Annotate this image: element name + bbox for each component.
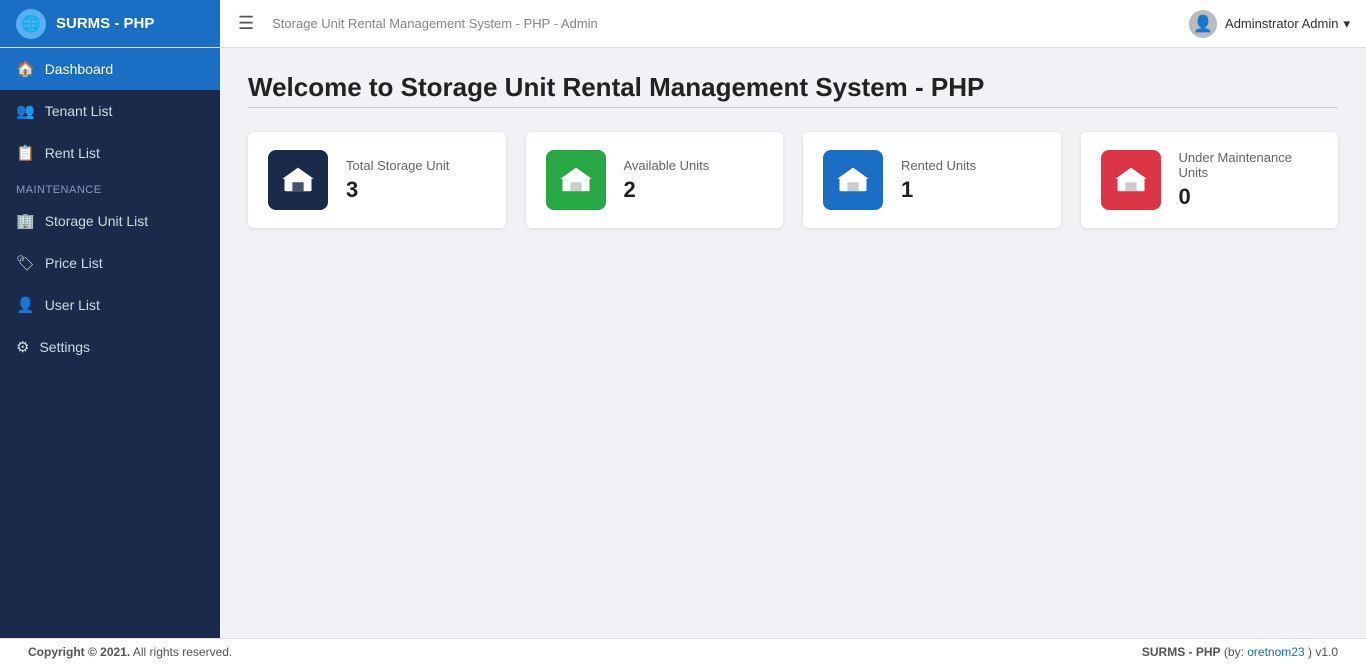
stat-value-maintenance-units: 0 <box>1179 184 1319 210</box>
sidebar-label-settings: Settings <box>39 339 90 355</box>
footer-brand-name: SURMS - PHP <box>1142 645 1221 659</box>
user-menu[interactable]: 👤 Adminstrator Admin ▾ <box>1173 10 1366 38</box>
maintenance-section-label: Maintenance <box>0 174 220 200</box>
gear-icon: ⚙ <box>16 338 29 356</box>
people-icon: 👥 <box>16 102 35 120</box>
sidebar-item-storage-unit-list[interactable]: 🏢 Storage Unit List <box>0 200 220 242</box>
warehouse-icon-4 <box>1113 162 1149 198</box>
stat-value-rented-units: 1 <box>901 177 976 203</box>
user-name: Adminstrator Admin <box>1225 16 1338 31</box>
menu-toggle-button[interactable]: ☰ <box>220 13 272 34</box>
main-layout: 🏠 Dashboard 👥 Tenant List 📋 Rent List Ma… <box>0 48 1366 638</box>
stat-label-available-units: Available Units <box>624 158 710 173</box>
footer: Copyright © 2021. All rights reserved. S… <box>0 638 1366 665</box>
stat-info-total-storage: Total Storage Unit 3 <box>346 158 449 203</box>
footer-version: v1.0 <box>1315 645 1338 659</box>
stat-info-available-units: Available Units 2 <box>624 158 710 203</box>
sidebar-label-tenant-list: Tenant List <box>45 103 113 119</box>
sidebar-item-settings[interactable]: ⚙ Settings <box>0 326 220 368</box>
stat-card-available-units: Available Units 2 <box>526 132 784 228</box>
list-icon: 📋 <box>16 144 35 162</box>
dashboard-icon: 🏠 <box>16 60 35 78</box>
stat-label-total-storage: Total Storage Unit <box>346 158 449 173</box>
brand-logo: 🌐 SURMS - PHP <box>0 0 220 47</box>
users-icon: 👤 <box>16 296 35 314</box>
stat-info-maintenance-units: Under Maintenance Units 0 <box>1179 150 1319 210</box>
stat-cards-container: Total Storage Unit 3 Available Units 2 <box>248 132 1338 228</box>
footer-author-prefix: (by: <box>1224 645 1247 659</box>
sidebar-label-storage-unit-list: Storage Unit List <box>45 213 149 229</box>
building-icon: 🏢 <box>16 212 35 230</box>
nav-title: Storage Unit Rental Management System - … <box>272 16 1173 31</box>
main-content: Welcome to Storage Unit Rental Managemen… <box>220 48 1366 638</box>
warehouse-icon <box>280 162 316 198</box>
tag-icon: 🏷 <box>16 254 35 272</box>
warehouse-icon-2 <box>558 162 594 198</box>
sidebar-item-price-list[interactable]: 🏷 Price List <box>0 242 220 284</box>
stat-card-rented-units: Rented Units 1 <box>803 132 1061 228</box>
sidebar-label-dashboard: Dashboard <box>45 61 114 77</box>
page-title: Welcome to Storage Unit Rental Managemen… <box>248 72 1338 103</box>
sidebar-label-price-list: Price List <box>45 255 103 271</box>
user-avatar: 👤 <box>1189 10 1217 38</box>
stat-icon-total-storage <box>268 150 328 210</box>
sidebar-label-rent-list: Rent List <box>45 145 100 161</box>
footer-brand-info: SURMS - PHP (by: oretnom23 ) v1.0 <box>1142 645 1338 659</box>
copyright-text: Copyright © 2021. <box>28 645 130 659</box>
sidebar-item-dashboard[interactable]: 🏠 Dashboard <box>0 48 220 90</box>
warehouse-icon-3 <box>835 162 871 198</box>
top-navbar: 🌐 SURMS - PHP ☰ Storage Unit Rental Mana… <box>0 0 1366 48</box>
footer-copyright: Copyright © 2021. All rights reserved. <box>28 645 232 659</box>
stat-icon-maintenance-units <box>1101 150 1161 210</box>
title-divider <box>248 107 1338 108</box>
stat-value-available-units: 2 <box>624 177 710 203</box>
stat-icon-rented-units <box>823 150 883 210</box>
stat-icon-available-units <box>546 150 606 210</box>
stat-value-total-storage: 3 <box>346 177 449 203</box>
brand-name: SURMS - PHP <box>56 15 154 32</box>
rights-text: All rights reserved. <box>133 645 232 659</box>
stat-label-rented-units: Rented Units <box>901 158 976 173</box>
stat-info-rented-units: Rented Units 1 <box>901 158 976 203</box>
stat-card-maintenance-units: Under Maintenance Units 0 <box>1081 132 1339 228</box>
footer-author-link[interactable]: oretnom23 <box>1247 645 1304 659</box>
sidebar: 🏠 Dashboard 👥 Tenant List 📋 Rent List Ma… <box>0 48 220 638</box>
chevron-down-icon: ▾ <box>1343 16 1350 32</box>
sidebar-label-user-list: User List <box>45 297 100 313</box>
sidebar-item-rent-list[interactable]: 📋 Rent List <box>0 132 220 174</box>
stat-card-total-storage: Total Storage Unit 3 <box>248 132 506 228</box>
sidebar-item-user-list[interactable]: 👤 User List <box>0 284 220 326</box>
sidebar-item-tenant-list[interactable]: 👥 Tenant List <box>0 90 220 132</box>
stat-label-maintenance-units: Under Maintenance Units <box>1179 150 1319 180</box>
globe-icon: 🌐 <box>16 9 46 39</box>
